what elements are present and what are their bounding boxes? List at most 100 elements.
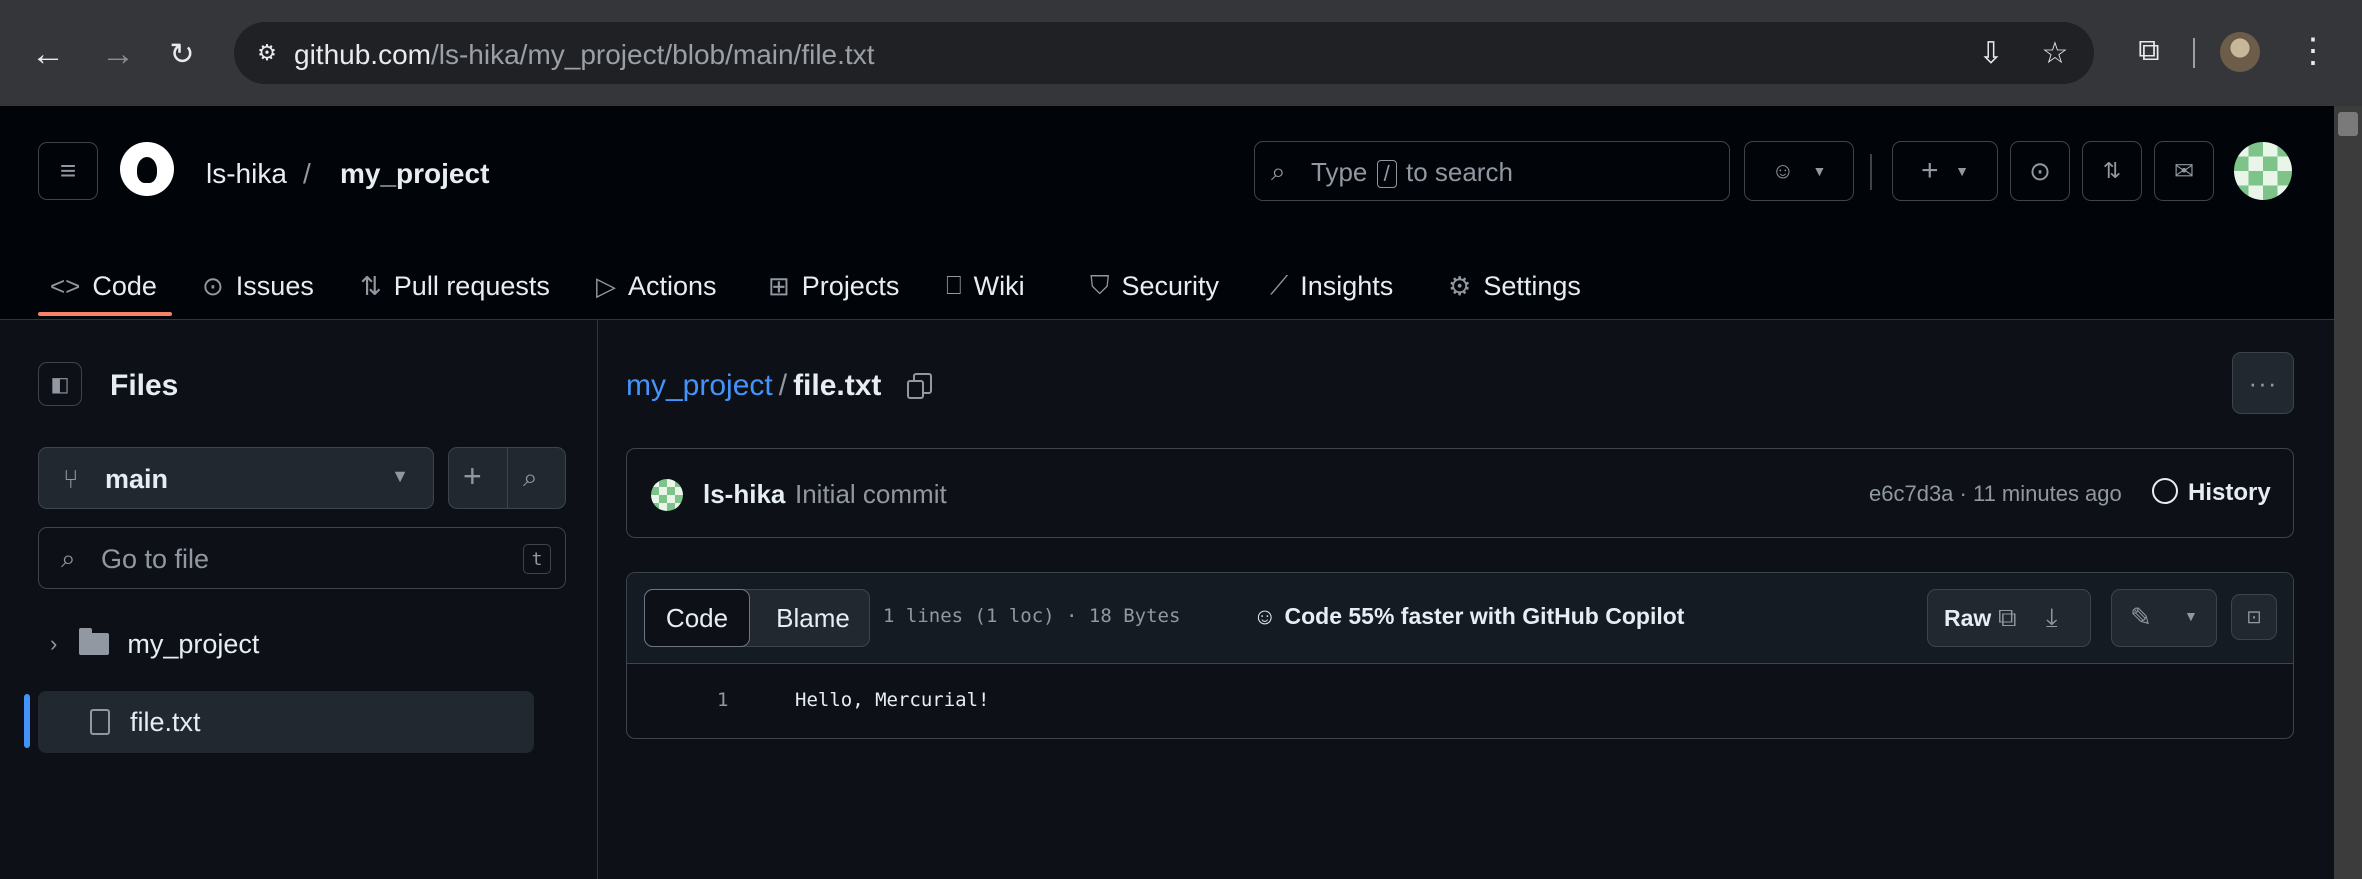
breadcrumb-separator: / [778, 369, 788, 402]
more-vertical-icon[interactable]: ⋮ [2290, 28, 2336, 74]
line-content: Hello, Mercurial! [795, 689, 990, 711]
create-new-button[interactable]: + ▼ [1892, 141, 1998, 201]
gear-icon: ⚙ [1448, 270, 1472, 301]
url-text[interactable]: github.com/ls-hika/my_project/blob/main/… [294, 39, 874, 71]
issue-icon: ⊙ [202, 270, 224, 301]
shield-icon: ⛉ [1090, 270, 1110, 300]
download-icon[interactable]: ⤓ [2046, 602, 2058, 634]
site-settings-icon[interactable]: ⚙ [250, 36, 284, 70]
commit-message[interactable]: Initial commit [795, 479, 947, 510]
file-size-info: 1 lines (1 loc) · 18 Bytes [883, 605, 1181, 627]
user-avatar[interactable] [2234, 142, 2292, 200]
plus-icon: + [1920, 154, 1939, 187]
commit-author-avatar[interactable] [651, 479, 683, 511]
chevron-right-icon[interactable]: › [50, 631, 57, 657]
bookmark-star-icon[interactable]: ☆ [2036, 34, 2074, 72]
copilot-icon: ☺ [1771, 158, 1795, 183]
header-divider [1870, 154, 1872, 190]
chevron-down-icon: ▼ [391, 466, 409, 486]
search-input[interactable]: ⌕ Type / to search [1254, 141, 1730, 201]
more-options-button[interactable]: ··· [2232, 352, 2294, 414]
copilot-promo-link[interactable]: ☺ Code 55% faster with GitHub Copilot [1253, 603, 1684, 630]
github-logo-icon[interactable] [120, 142, 174, 196]
commit-meta[interactable]: e6c7d3a · 11 minutes ago [1869, 481, 2122, 507]
tab-projects[interactable]: ⊞ Projects [768, 254, 899, 318]
browser-profile-avatar[interactable] [2220, 32, 2260, 72]
file-tree-sidebar: ◧ Files ⑂ main ▼ + ⌕ ⌕ Go to file t › my… [0, 319, 598, 879]
history-button[interactable]: History [2152, 478, 2271, 507]
graph-icon: ⟋ [1270, 270, 1289, 300]
issues-icon[interactable]: ⊙ [2010, 141, 2070, 201]
install-app-icon[interactable]: ⇩ [1972, 34, 2010, 72]
folder-icon [79, 628, 110, 655]
book-icon: ⎕ [946, 270, 962, 300]
pull-requests-icon[interactable]: ⇅ [2082, 141, 2142, 201]
address-bar[interactable]: ⚙ github.com/ls-hika/my_project/blob/mai… [234, 22, 2094, 84]
symbols-panel-icon[interactable]: ⊡ [2231, 594, 2277, 640]
chevron-down-icon: ▼ [1955, 163, 1970, 179]
copy-path-icon[interactable] [907, 373, 933, 399]
active-tab-indicator [38, 312, 172, 316]
branch-name: main [105, 464, 169, 494]
scrollbar-track[interactable] [2334, 106, 2362, 879]
back-arrow-icon[interactable]: ← [28, 34, 68, 74]
add-file-plus-icon[interactable]: + [463, 458, 482, 495]
play-icon: ▷ [596, 270, 616, 301]
github-header: ≡ ls-hika / my_project ⌕ Type / to searc… [0, 106, 2334, 320]
owner-link[interactable]: ls-hika [206, 158, 287, 190]
browser-toolbar: ← → ↻ ⚙ github.com/ls-hika/my_project/bl… [0, 0, 2362, 107]
line-number[interactable]: 1 [717, 689, 728, 711]
tab-issues[interactable]: ⊙ Issues [202, 254, 314, 318]
view-mode-toggle: Code Blame [644, 589, 870, 647]
tab-insights[interactable]: ⟋ Insights [1270, 254, 1393, 318]
breadcrumb-repo-link[interactable]: my_project [626, 369, 773, 402]
breadcrumb-filename: file.txt [793, 369, 882, 402]
tab-settings[interactable]: ⚙ Settings [1448, 254, 1581, 318]
edit-button-group: ✎ ▼ [2111, 589, 2217, 647]
tab-wiki[interactable]: ⎕ Wiki [946, 254, 1025, 318]
go-to-file-input[interactable]: ⌕ Go to file t [38, 527, 566, 589]
file-viewer-toolbar: Code Blame 1 lines (1 loc) · 18 Bytes ☺ C… [627, 573, 2293, 664]
pull-request-icon: ⇅ [360, 270, 382, 301]
tree-file-item[interactable]: file.txt [38, 691, 534, 753]
latest-commit-box: ls-hika Initial commit e6c7d3a · 11 minu… [626, 448, 2294, 538]
hamburger-menu-icon[interactable]: ≡ [38, 142, 98, 200]
code-view-button[interactable]: Code [644, 589, 750, 647]
reload-icon[interactable]: ↻ [162, 34, 202, 74]
repo-nav-tabs: <> Code ⊙ Issues ⇅ Pull requests ▷ Actions ⊞… [0, 254, 1700, 318]
search-icon: ⌕ [61, 543, 76, 573]
tab-security[interactable]: ⛉ Security [1090, 254, 1219, 318]
tree-item-label: file.txt [130, 706, 201, 737]
tree-item-label: my_project [127, 628, 260, 659]
table-icon: ⊞ [768, 270, 790, 301]
forward-arrow-icon[interactable]: → [98, 34, 138, 74]
raw-button[interactable]: Raw [1944, 605, 1991, 632]
button-divider [507, 448, 508, 508]
extensions-puzzle-icon[interactable]: ⧉ [2126, 28, 2172, 74]
repo-link[interactable]: my_project [340, 158, 489, 190]
tree-folder-item[interactable]: › my_project [38, 613, 534, 675]
go-to-file-placeholder: Go to file [101, 544, 210, 574]
pencil-icon[interactable]: ✎ [2130, 602, 2152, 633]
tab-actions[interactable]: ▷ Actions [596, 254, 717, 318]
search-icon[interactable]: ⌕ [523, 462, 538, 494]
code-line: 1 Hello, Mercurial! [627, 663, 2293, 739]
shortcut-key: t [523, 544, 551, 574]
chevron-down-icon[interactable]: ▼ [2184, 608, 2198, 624]
file-icon [90, 709, 110, 735]
history-icon [2152, 478, 2178, 504]
tab-code[interactable]: <> Code [50, 254, 157, 318]
copilot-button[interactable]: ☺ ▼ [1744, 141, 1854, 201]
collapse-panel-icon[interactable]: ◧ [38, 362, 82, 406]
branch-selector[interactable]: ⑂ main ▼ [38, 447, 434, 509]
scrollbar-thumb[interactable] [2338, 112, 2358, 136]
copy-icon[interactable]: ⧉ [1998, 602, 2017, 634]
tab-pull-requests[interactable]: ⇅ Pull requests [360, 254, 550, 318]
chevron-down-icon: ▼ [1812, 163, 1827, 179]
code-icon: <> [50, 270, 81, 301]
selected-indicator [24, 694, 30, 748]
commit-author[interactable]: ls-hika [703, 479, 785, 510]
file-viewer: Code Blame 1 lines (1 loc) · 18 Bytes ☺ C… [626, 572, 2294, 739]
inbox-icon[interactable]: ✉ [2154, 141, 2214, 201]
blame-view-button[interactable]: Blame [757, 590, 869, 646]
